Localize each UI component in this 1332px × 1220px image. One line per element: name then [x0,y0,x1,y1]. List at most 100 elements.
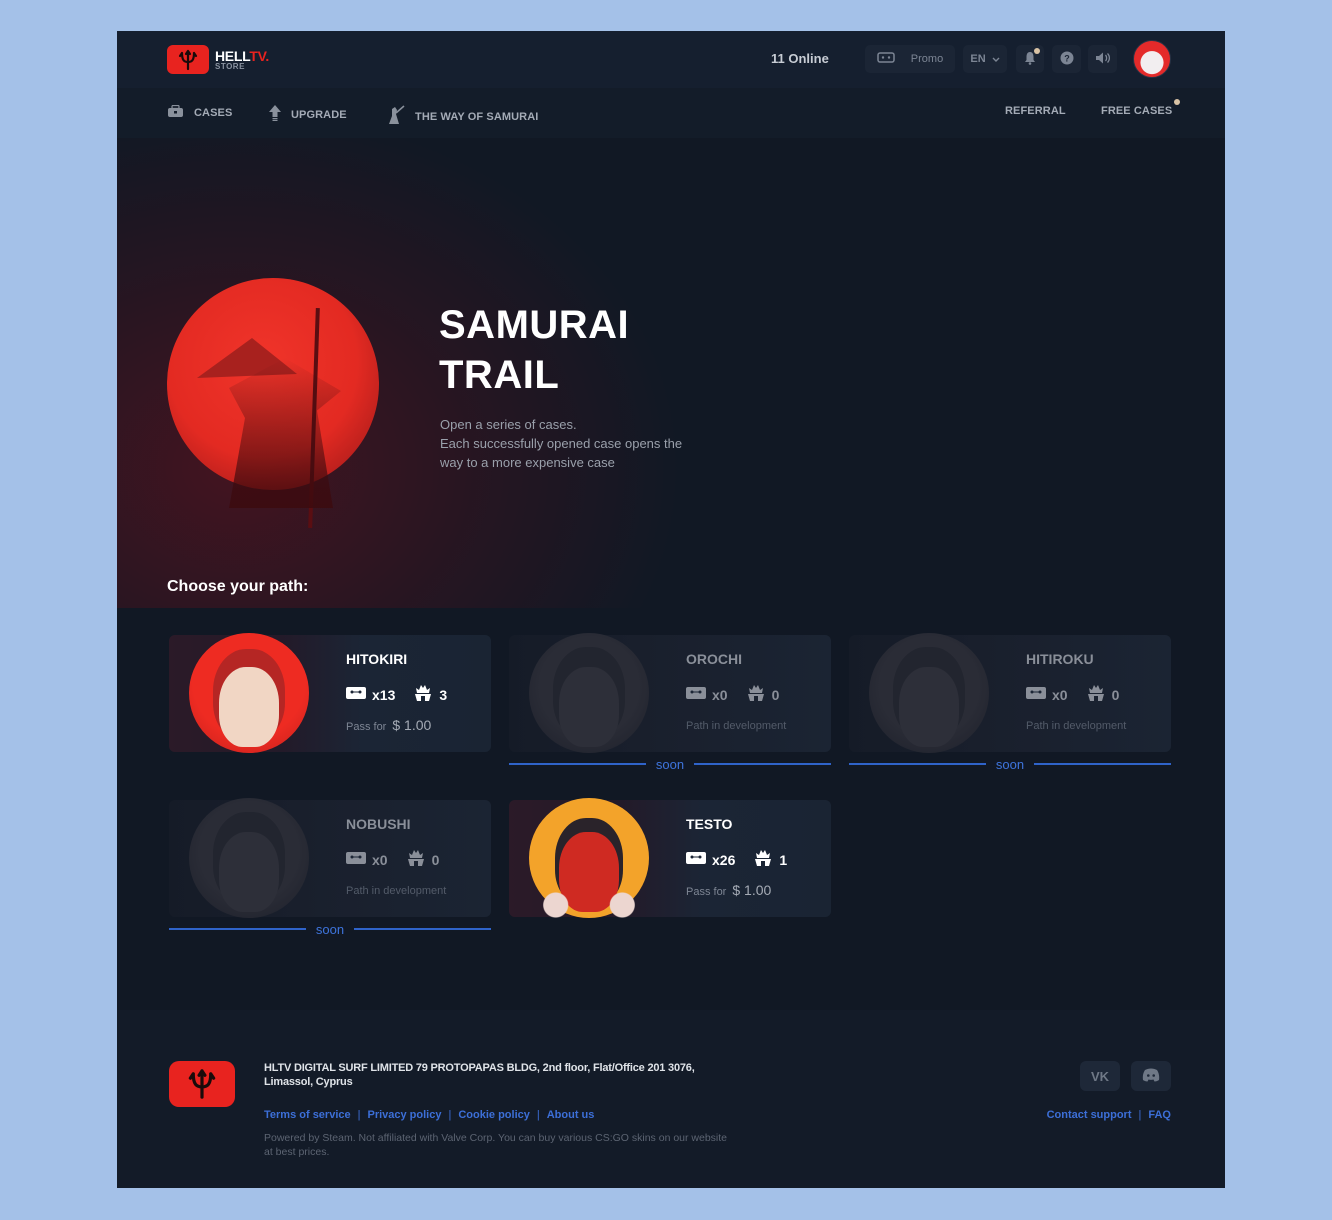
case-count-icon [346,851,366,868]
help-button[interactable]: ? [1052,45,1081,73]
case-count: x0 [372,851,388,868]
sound-toggle[interactable] [1088,45,1117,73]
logo-subtitle: STORE [215,61,245,71]
contact-support-link[interactable]: Contact support [1047,1109,1132,1121]
case-count-icon [1026,686,1046,703]
legal-notice: Powered by Steam. Not affiliated with Va… [264,1132,728,1158]
path-stats: x0 0 [686,684,779,705]
nav-label: UPGRADE [291,108,347,121]
path-level: 0 [1111,686,1120,703]
path-card-hitokiri[interactable]: HITOKIRI x13 3 Pass for $ 1.00 [169,633,491,753]
path-card-nobushi: NOBUSHI x0 0 Path in development [169,798,491,918]
testo-oni-emblem [529,788,649,928]
nobushi-emblem [189,788,309,928]
path-level: 0 [771,686,780,703]
soon-divider: soon [849,756,1172,772]
case-count-icon [686,851,706,868]
samurai-helmet-icon [406,849,426,870]
case-count-icon [686,686,706,703]
orochi-emblem [529,623,649,763]
free-cases-dot [1174,99,1181,105]
path-card-hitiroku: HITIROKU x0 0 Path in development [849,633,1171,753]
nav-label: CASES [194,107,233,119]
soon-divider: soon [169,921,492,937]
promo-button[interactable]: Promo [865,45,955,73]
nav-label: FREE CASES [1101,105,1173,117]
path-status: Path in development [686,720,787,732]
hitiroku-emblem [869,623,989,763]
path-price: Pass for $ 1.00 [686,882,772,898]
nav-item-cases[interactable]: CASES [167,104,233,121]
case-count-icon [346,686,366,703]
top-bar: HELLTV. STORE 11 Online Promo EN ? [117,31,1225,88]
path-name: TESTO [686,816,733,832]
nav-item-upgrade[interactable]: UPGRADE [269,105,347,124]
footer-links: Terms of service | Privacy policy | Cook… [264,1109,595,1121]
samurai-helmet-icon [746,684,766,705]
privacy-link[interactable]: Privacy policy [367,1109,441,1121]
section-title: Choose your path: [167,578,309,595]
language-value: EN [970,53,986,65]
soon-label: soon [315,921,345,937]
user-avatar[interactable] [1133,40,1171,78]
case-icon [167,104,184,121]
upgrade-arrow-icon [269,105,281,124]
path-level: 0 [431,851,440,868]
path-stats: x0 0 [1026,684,1119,705]
vk-button[interactable]: VK [1080,1061,1120,1091]
faq-link[interactable]: FAQ [1148,1109,1171,1121]
case-count: x13 [372,686,396,703]
path-card-orochi: OROCHI x0 0 Path in development [509,633,831,753]
promo-label: Promo [910,53,944,65]
case-count: x26 [712,851,736,868]
samurai-icon [385,105,405,128]
about-link[interactable]: About us [547,1109,595,1121]
path-status: Path in development [1026,720,1127,732]
main-nav: CASES UPGRADE THE WAY OF SAMURAI REFERRA… [117,88,1225,138]
path-name: OROCHI [686,651,742,667]
hero-section: SAMURAI TRAIL Open a series of cases. Ea… [117,138,1225,608]
nav-label: THE WAY OF SAMURAI [415,110,539,123]
cookie-link[interactable]: Cookie policy [458,1109,530,1121]
samurai-hero-illustration [167,278,379,529]
path-stats: x0 0 [346,849,439,870]
logo[interactable]: HELLTV. STORE [167,45,269,74]
terms-link[interactable]: Terms of service [264,1109,351,1121]
soon-label: soon [655,756,685,772]
online-count: 11 Online [771,51,829,66]
ticket-icon [877,52,895,66]
path-name: HITIROKU [1026,651,1094,667]
path-price: Pass for $ 1.00 [346,717,432,733]
soon-label: soon [995,756,1025,772]
path-name: NOBUSHI [346,816,411,832]
speaker-icon [1095,51,1111,68]
company-address: HLTV DIGITAL SURF LIMITED 79 PROTOPAPAS … [264,1062,695,1088]
question-icon: ? [1060,51,1074,68]
nav-item-way-of-samurai[interactable]: THE WAY OF SAMURAI [385,105,538,128]
svg-text:?: ? [1064,53,1070,63]
hero-description: Open a series of cases. Each successfull… [440,417,683,470]
samurai-helmet-icon [753,849,773,870]
vk-icon: VK [1090,1068,1110,1084]
page-title: SAMURAI TRAIL [439,303,630,397]
notification-dot [1034,48,1040,54]
support-links: Contact support | FAQ [1046,1109,1171,1121]
nav-item-referral[interactable]: REFERRAL [1005,105,1066,117]
path-stats: x26 1 [686,849,787,870]
nav-label: REFERRAL [1005,105,1066,117]
nav-item-free-cases[interactable]: FREE CASES [1101,99,1181,117]
language-select[interactable]: EN [963,45,1007,73]
samurai-helmet-icon [413,684,433,705]
path-level: 3 [439,686,448,703]
chevron-down-icon [992,54,1000,64]
app-frame: HELLTV. STORE 11 Online Promo EN ? CASES… [117,31,1225,1188]
path-level: 1 [779,851,788,868]
path-card-testo[interactable]: TESTO x26 1 Pass for $ 1.00 [509,798,831,922]
discord-button[interactable] [1131,1061,1171,1091]
footer-trident-logo-icon[interactable] [169,1061,235,1107]
case-count: x0 [1052,686,1068,703]
notifications-button[interactable] [1016,45,1044,73]
discord-icon [1142,1068,1160,1085]
logo-title: HELLTV. [215,47,269,64]
path-name: HITOKIRI [346,651,408,667]
